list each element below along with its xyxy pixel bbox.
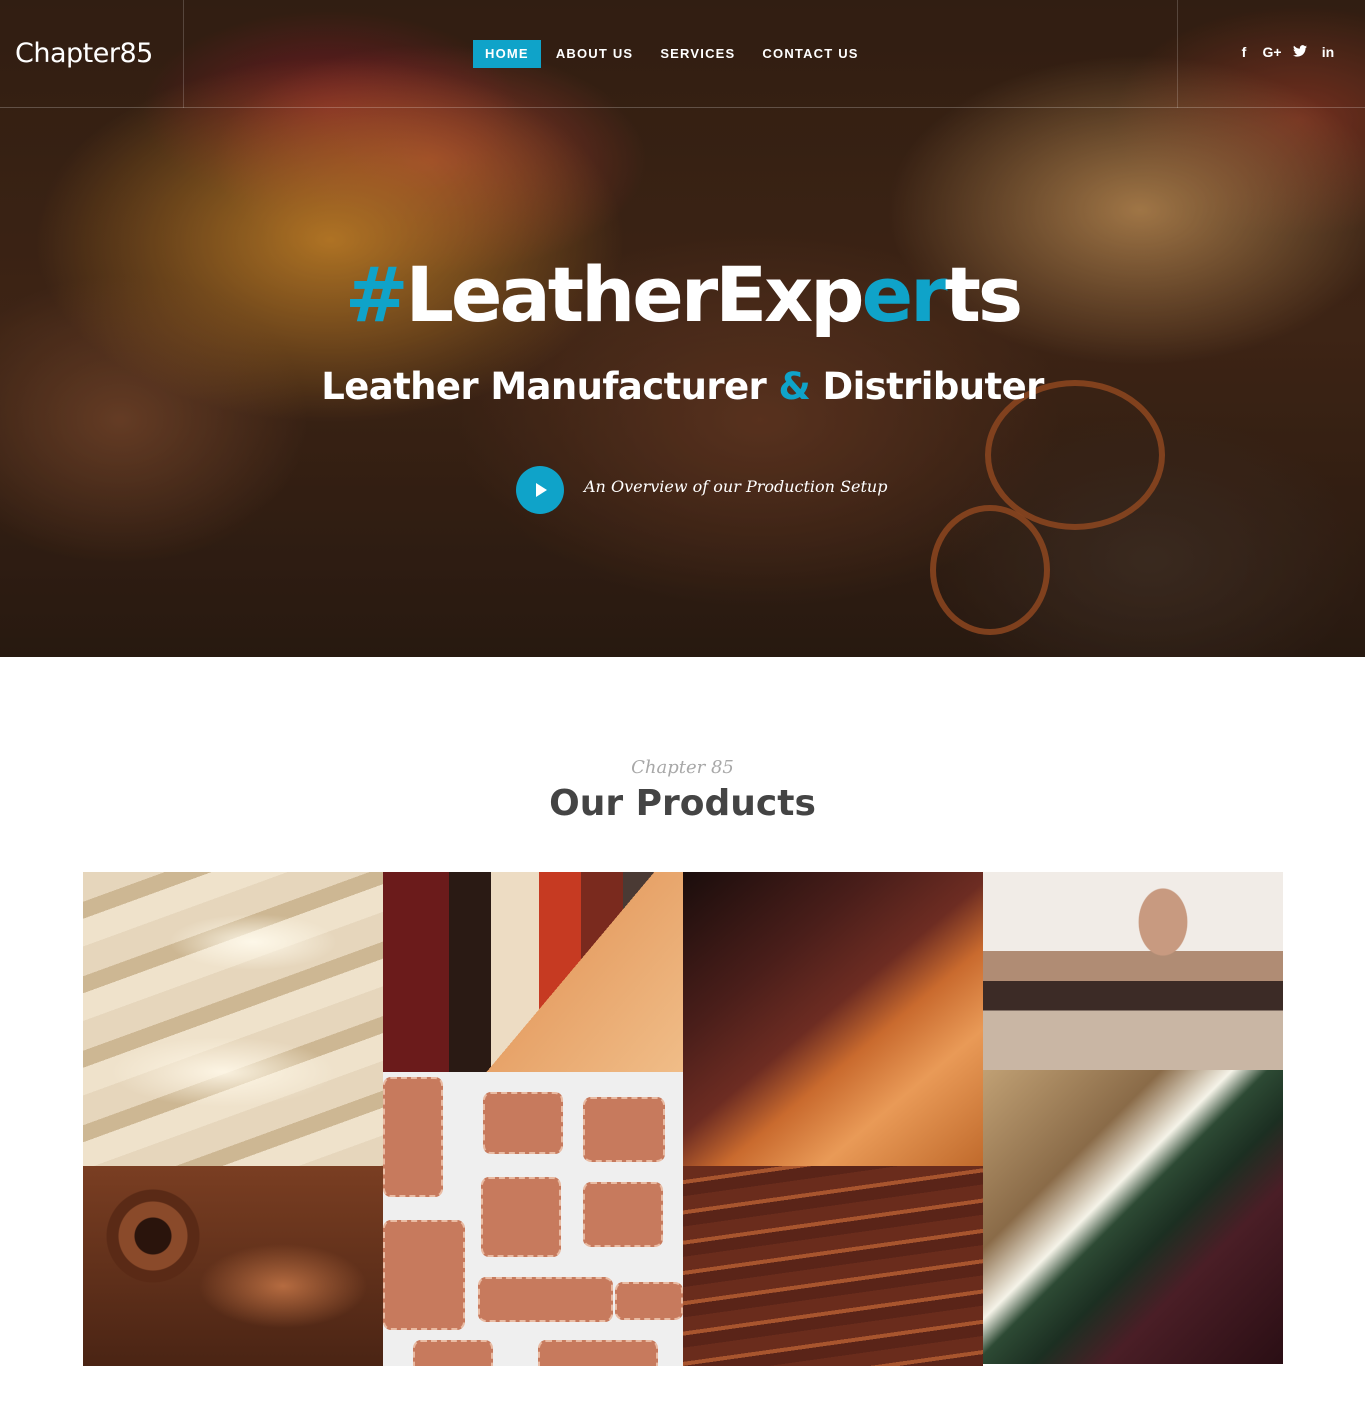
patch-tag: [583, 1097, 665, 1162]
video-caption-link[interactable]: An Overview of our Production Setup: [584, 477, 887, 496]
hero-subtitle-part2: Distributer: [810, 365, 1044, 408]
navbar: Chapter85 HOME ABOUT US SERVICES CONTACT…: [0, 0, 1365, 108]
section-kicker: Chapter 85: [631, 757, 734, 778]
hero-title-hash: #: [344, 250, 409, 339]
patch-tag: [615, 1282, 683, 1320]
hero-subtitle: Leather Manufacturer & Distributer: [0, 365, 1365, 408]
hero-title: #LeatherExperts: [0, 250, 1365, 339]
hero-subtitle-ampersand: &: [778, 365, 811, 408]
main-menu: HOME ABOUT US SERVICES CONTACT US: [473, 40, 874, 68]
leather-patches-image[interactable]: [383, 1072, 683, 1366]
play-video-button[interactable]: [516, 466, 564, 514]
leather-rolls-image[interactable]: [383, 872, 683, 1072]
hero-title-part2: ts: [944, 250, 1024, 339]
stacked-leather-image[interactable]: [683, 1166, 983, 1366]
site-logo[interactable]: Chapter85: [15, 38, 153, 69]
hero-title-accent: er: [861, 250, 948, 339]
hero-banner: Chapter85 HOME ABOUT US SERVICES CONTACT…: [0, 0, 1365, 657]
facebook-icon[interactable]: f: [1230, 44, 1258, 60]
patch-tag: [483, 1092, 563, 1154]
hero-title-part1: LeatherExp: [405, 250, 865, 339]
nav-divider: [183, 0, 184, 108]
social-links: f G+ in: [1230, 44, 1342, 60]
patch-tag: [481, 1177, 561, 1257]
cream-leather-image[interactable]: [83, 872, 383, 1166]
patch-tag: [383, 1220, 465, 1330]
rolled-hides-image[interactable]: [83, 1166, 383, 1366]
patch-tag: [538, 1340, 658, 1366]
patch-tag: [478, 1277, 613, 1322]
linkedin-icon[interactable]: in: [1314, 44, 1342, 60]
patch-tag: [583, 1182, 663, 1247]
play-icon: [536, 483, 547, 497]
green-leather-image[interactable]: [983, 1070, 1283, 1364]
nav-item-services[interactable]: SERVICES: [648, 40, 747, 68]
hero-subtitle-part1: Leather Manufacturer: [321, 365, 779, 408]
nav-item-contact-us[interactable]: CONTACT US: [750, 40, 870, 68]
google-plus-icon[interactable]: G+: [1258, 44, 1286, 60]
twitter-icon[interactable]: [1286, 44, 1314, 60]
patch-tag: [383, 1077, 443, 1197]
twitter-bird-glyph: [1293, 45, 1307, 57]
nav-item-about-us[interactable]: ABOUT US: [544, 40, 646, 68]
nav-divider: [1177, 0, 1178, 108]
section-title: Our Products: [549, 783, 816, 824]
nav-item-home[interactable]: HOME: [473, 40, 541, 68]
patch-tag: [413, 1340, 493, 1366]
dark-leather-image[interactable]: [683, 872, 983, 1166]
leather-shop-image[interactable]: [983, 872, 1283, 1070]
